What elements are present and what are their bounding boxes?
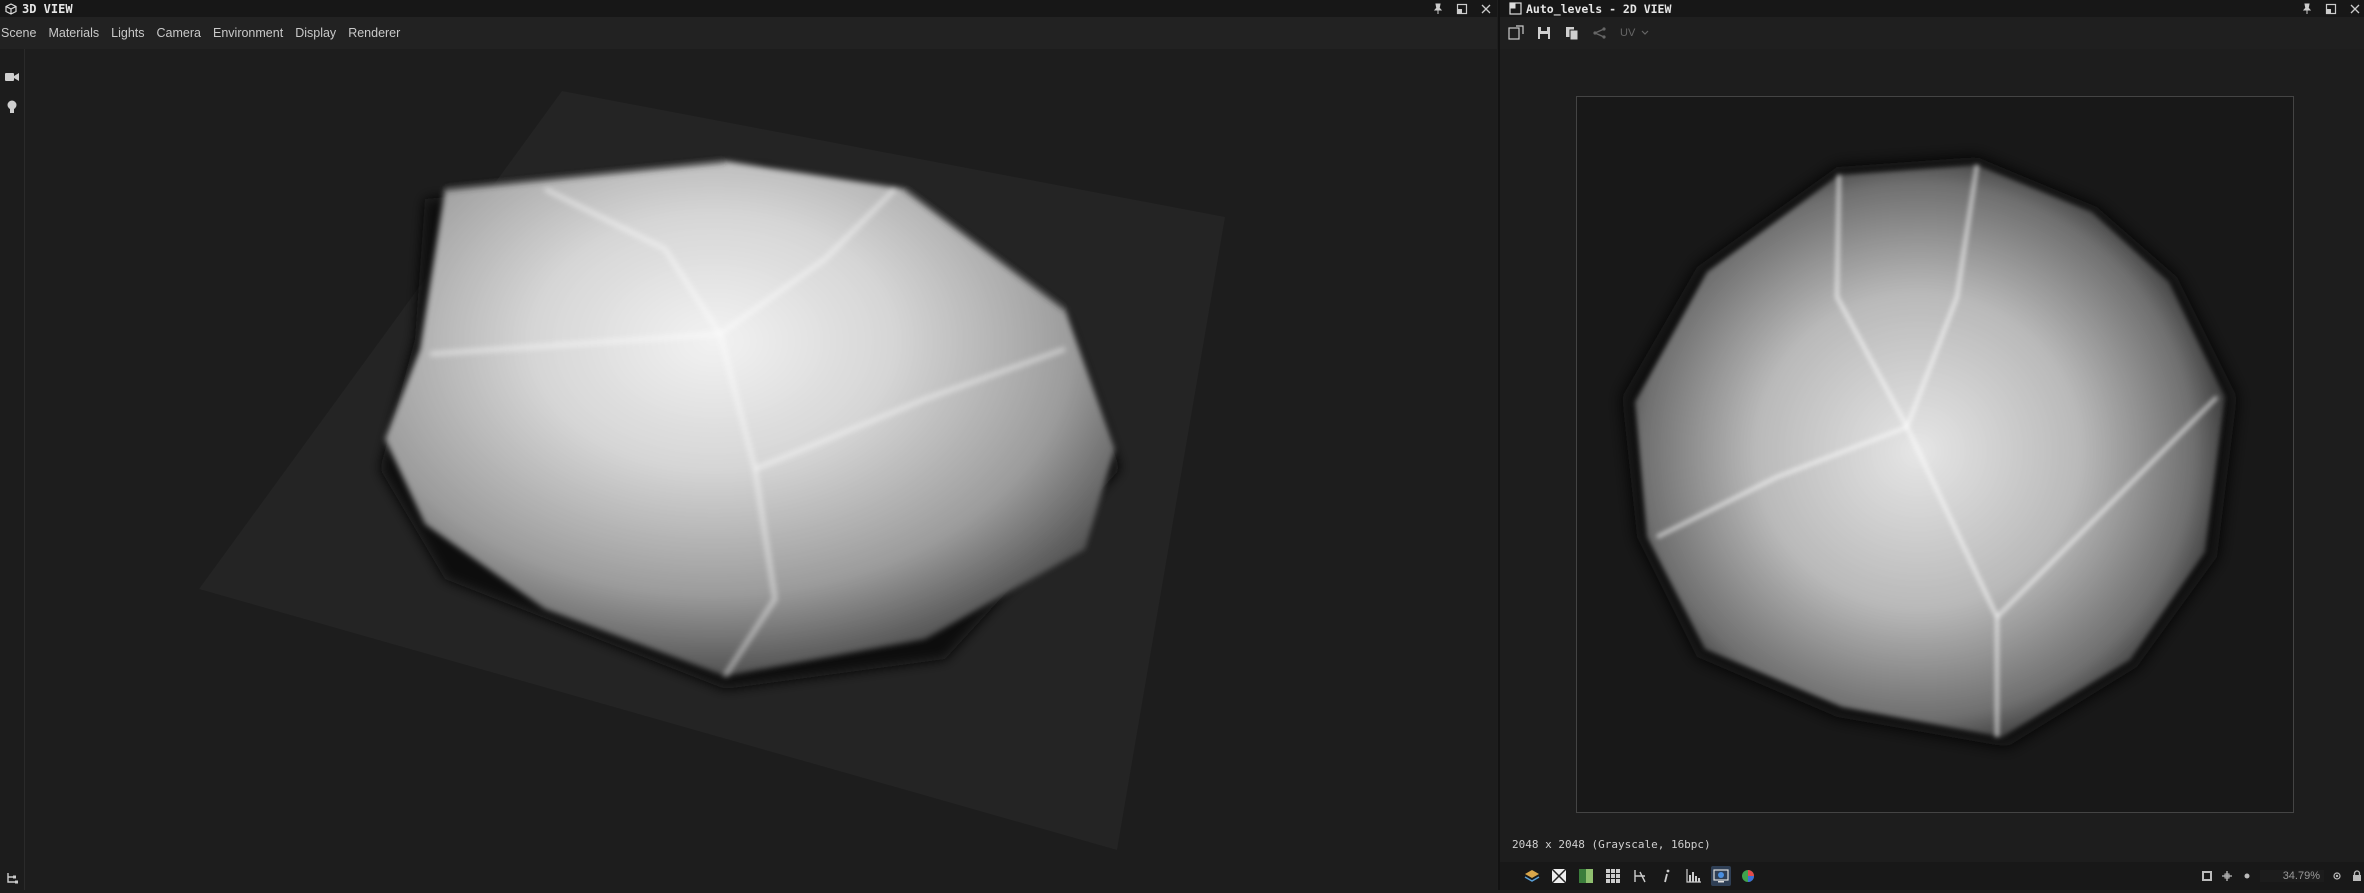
menu-renderer[interactable]: Renderer	[348, 26, 406, 40]
share-icon[interactable]	[1588, 23, 1612, 43]
menu-materials[interactable]: Materials	[48, 26, 105, 40]
menu-scene[interactable]: Scene	[1, 26, 42, 40]
view-mode-icon[interactable]	[1711, 866, 1731, 886]
hierarchy-icon[interactable]	[0, 868, 24, 888]
pan-icon[interactable]	[2220, 869, 2234, 883]
close-icon[interactable]	[1479, 2, 1493, 16]
gradient-icon[interactable]	[1576, 866, 1596, 886]
2d-canvas[interactable]	[1576, 96, 2294, 813]
2d-toolbar: UV	[1500, 17, 2364, 49]
menu-environment[interactable]: Environment	[213, 26, 289, 40]
checker-icon[interactable]	[1549, 866, 1569, 886]
image-info: 2048 x 2048 (Grayscale, 16bpc)	[1512, 838, 1711, 851]
2d-view-panel: Auto_levels - 2D VIEW UV 2048 x 2048 (Gr…	[1498, 0, 2364, 890]
menu-lights[interactable]: Lights	[111, 26, 150, 40]
panel-title: 3D VIEW	[22, 1, 73, 16]
light-bulb-icon[interactable]	[0, 95, 24, 119]
grid-icon[interactable]	[1603, 866, 1623, 886]
2d-view-titlebar: Auto_levels - 2D VIEW	[1500, 0, 2364, 17]
zoom-level-field[interactable]: 34.79%	[2260, 870, 2324, 882]
3d-left-toolbar	[0, 49, 25, 890]
3d-view-panel: 3D VIEW Scene Materials Lights Camera En…	[0, 0, 1497, 890]
menu-display[interactable]: Display	[295, 26, 342, 40]
camera-icon[interactable]	[0, 65, 24, 89]
save-icon[interactable]	[1532, 23, 1556, 43]
layers-icon[interactable]	[1522, 866, 1542, 886]
chevron-down-icon	[1641, 27, 1649, 39]
3d-rock-render	[199, 91, 1225, 850]
maximize-icon[interactable]	[2324, 2, 2338, 16]
3d-viewport[interactable]	[25, 49, 1497, 890]
3d-view-titlebar: 3D VIEW	[0, 0, 1497, 17]
new-document-icon[interactable]	[1504, 23, 1528, 43]
lock-icon[interactable]	[2350, 869, 2364, 883]
pin-icon[interactable]	[1431, 2, 1445, 16]
tiling-icon[interactable]	[1630, 866, 1650, 886]
zoom-out-icon[interactable]	[2240, 869, 2254, 883]
color-ball-icon[interactable]	[1738, 866, 1758, 886]
histogram-icon[interactable]	[1684, 866, 1704, 886]
2d-view-icon	[1508, 2, 1522, 16]
2d-statusbar: 34.79%	[1500, 862, 2364, 890]
fit-icon[interactable]	[2200, 869, 2214, 883]
menu-camera[interactable]: Camera	[157, 26, 207, 40]
zoom-in-icon[interactable]	[2330, 869, 2344, 883]
copy-icon[interactable]	[1560, 23, 1584, 43]
heightmap-image	[1622, 157, 2237, 747]
pin-icon[interactable]	[2300, 2, 2314, 16]
3d-view-menubar: Scene Materials Lights Camera Environmen…	[0, 17, 1497, 49]
panel-title: Auto_levels - 2D VIEW	[1526, 1, 1672, 16]
close-icon[interactable]	[2348, 2, 2362, 16]
uv-label: UV	[1620, 27, 1636, 39]
uv-dropdown[interactable]: UV	[1620, 27, 1649, 39]
zoom-controls: 34.79%	[2200, 862, 2364, 890]
info-icon[interactable]	[1657, 866, 1677, 886]
maximize-icon[interactable]	[1455, 2, 1469, 16]
cube-icon	[4, 2, 18, 16]
